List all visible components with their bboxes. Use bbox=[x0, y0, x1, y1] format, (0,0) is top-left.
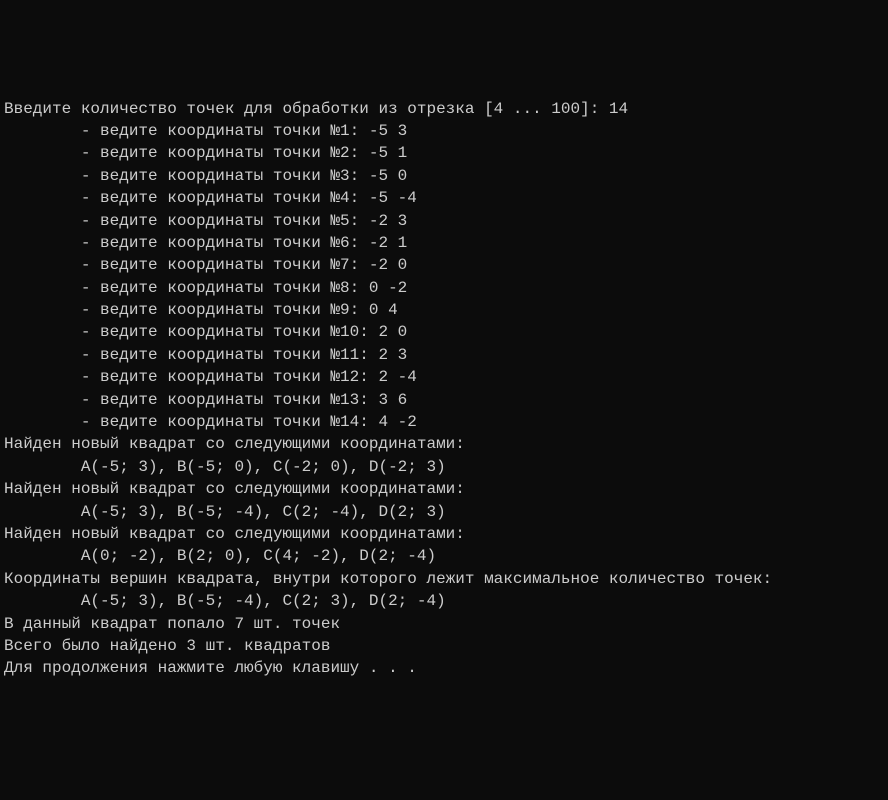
square-header: Найден новый квадрат со следующими коорд… bbox=[4, 433, 884, 455]
point-prefix: - ведите координаты точки №14: bbox=[4, 413, 378, 431]
square-coords: A(-5; 3), B(-5; -4), C(2; -4), D(2; 3) bbox=[4, 501, 884, 523]
point-line: - ведите координаты точки №1: -5 3 bbox=[4, 120, 884, 142]
point-line: - ведите координаты точки №5: -2 3 bbox=[4, 210, 884, 232]
point-prefix: - ведите координаты точки №10: bbox=[4, 323, 378, 341]
result-header: Координаты вершин квадрата, внутри котор… bbox=[4, 568, 884, 590]
point-coords: 0 -2 bbox=[369, 279, 407, 297]
square-coords: A(0; -2), B(2; 0), C(4; -2), D(2; -4) bbox=[4, 545, 884, 567]
point-line: - ведите координаты точки №14: 4 -2 bbox=[4, 411, 884, 433]
point-line: - ведите координаты точки №8: 0 -2 bbox=[4, 277, 884, 299]
point-coords: 2 0 bbox=[378, 323, 407, 341]
point-prefix: - ведите координаты точки №5: bbox=[4, 212, 369, 230]
point-coords: -2 3 bbox=[369, 212, 407, 230]
point-prefix: - ведите координаты точки №7: bbox=[4, 256, 369, 274]
point-prefix: - ведите координаты точки №1: bbox=[4, 122, 369, 140]
point-prefix: - ведите координаты точки №13: bbox=[4, 391, 378, 409]
square-header: Найден новый квадрат со следующими коорд… bbox=[4, 523, 884, 545]
point-line: - ведите координаты точки №3: -5 0 bbox=[4, 165, 884, 187]
point-prefix: - ведите координаты точки №4: bbox=[4, 189, 369, 207]
point-prefix: - ведите координаты точки №6: bbox=[4, 234, 369, 252]
point-coords: -2 1 bbox=[369, 234, 407, 252]
point-line: - ведите координаты точки №10: 2 0 bbox=[4, 321, 884, 343]
point-line: - ведите координаты точки №4: -5 -4 bbox=[4, 187, 884, 209]
point-coords: 3 6 bbox=[378, 391, 407, 409]
point-line: - ведите координаты точки №7: -2 0 bbox=[4, 254, 884, 276]
point-coords: -5 1 bbox=[369, 144, 407, 162]
point-prefix: - ведите координаты точки №12: bbox=[4, 368, 378, 386]
point-coords: 2 -4 bbox=[378, 368, 416, 386]
square-coords: A(-5; 3), B(-5; 0), C(-2; 0), D(-2; 3) bbox=[4, 456, 884, 478]
point-coords: 2 3 bbox=[378, 346, 407, 364]
point-prefix: - ведите координаты точки №9: bbox=[4, 301, 369, 319]
prompt-label: Введите количество точек для обработки и… bbox=[4, 100, 609, 118]
point-line: - ведите координаты точки №6: -2 1 bbox=[4, 232, 884, 254]
point-coords: -5 3 bbox=[369, 122, 407, 140]
point-line: - ведите координаты точки №2: -5 1 bbox=[4, 142, 884, 164]
continue-prompt[interactable]: Для продолжения нажмите любую клавишу . … bbox=[4, 657, 884, 679]
result-count: В данный квадрат попало 7 шт. точек bbox=[4, 613, 884, 635]
square-header: Найден новый квадрат со следующими коорд… bbox=[4, 478, 884, 500]
result-coords: A(-5; 3), B(-5; -4), C(2; 3), D(2; -4) bbox=[4, 590, 884, 612]
point-line: - ведите координаты точки №12: 2 -4 bbox=[4, 366, 884, 388]
point-line: - ведите координаты точки №9: 0 4 bbox=[4, 299, 884, 321]
point-prefix: - ведите координаты точки №11: bbox=[4, 346, 378, 364]
point-coords: -2 0 bbox=[369, 256, 407, 274]
total-line: Всего было найдено 3 шт. квадратов bbox=[4, 635, 884, 657]
point-line: - ведите координаты точки №13: 3 6 bbox=[4, 389, 884, 411]
point-coords: 0 4 bbox=[369, 301, 398, 319]
point-prefix: - ведите координаты точки №8: bbox=[4, 279, 369, 297]
point-prefix: - ведите координаты точки №3: bbox=[4, 167, 369, 185]
prompt-line: Введите количество точек для обработки и… bbox=[4, 98, 884, 120]
point-prefix: - ведите координаты точки №2: bbox=[4, 144, 369, 162]
prompt-value: 14 bbox=[609, 100, 628, 118]
point-line: - ведите координаты точки №11: 2 3 bbox=[4, 344, 884, 366]
point-coords: 4 -2 bbox=[378, 413, 416, 431]
point-coords: -5 0 bbox=[369, 167, 407, 185]
point-coords: -5 -4 bbox=[369, 189, 417, 207]
